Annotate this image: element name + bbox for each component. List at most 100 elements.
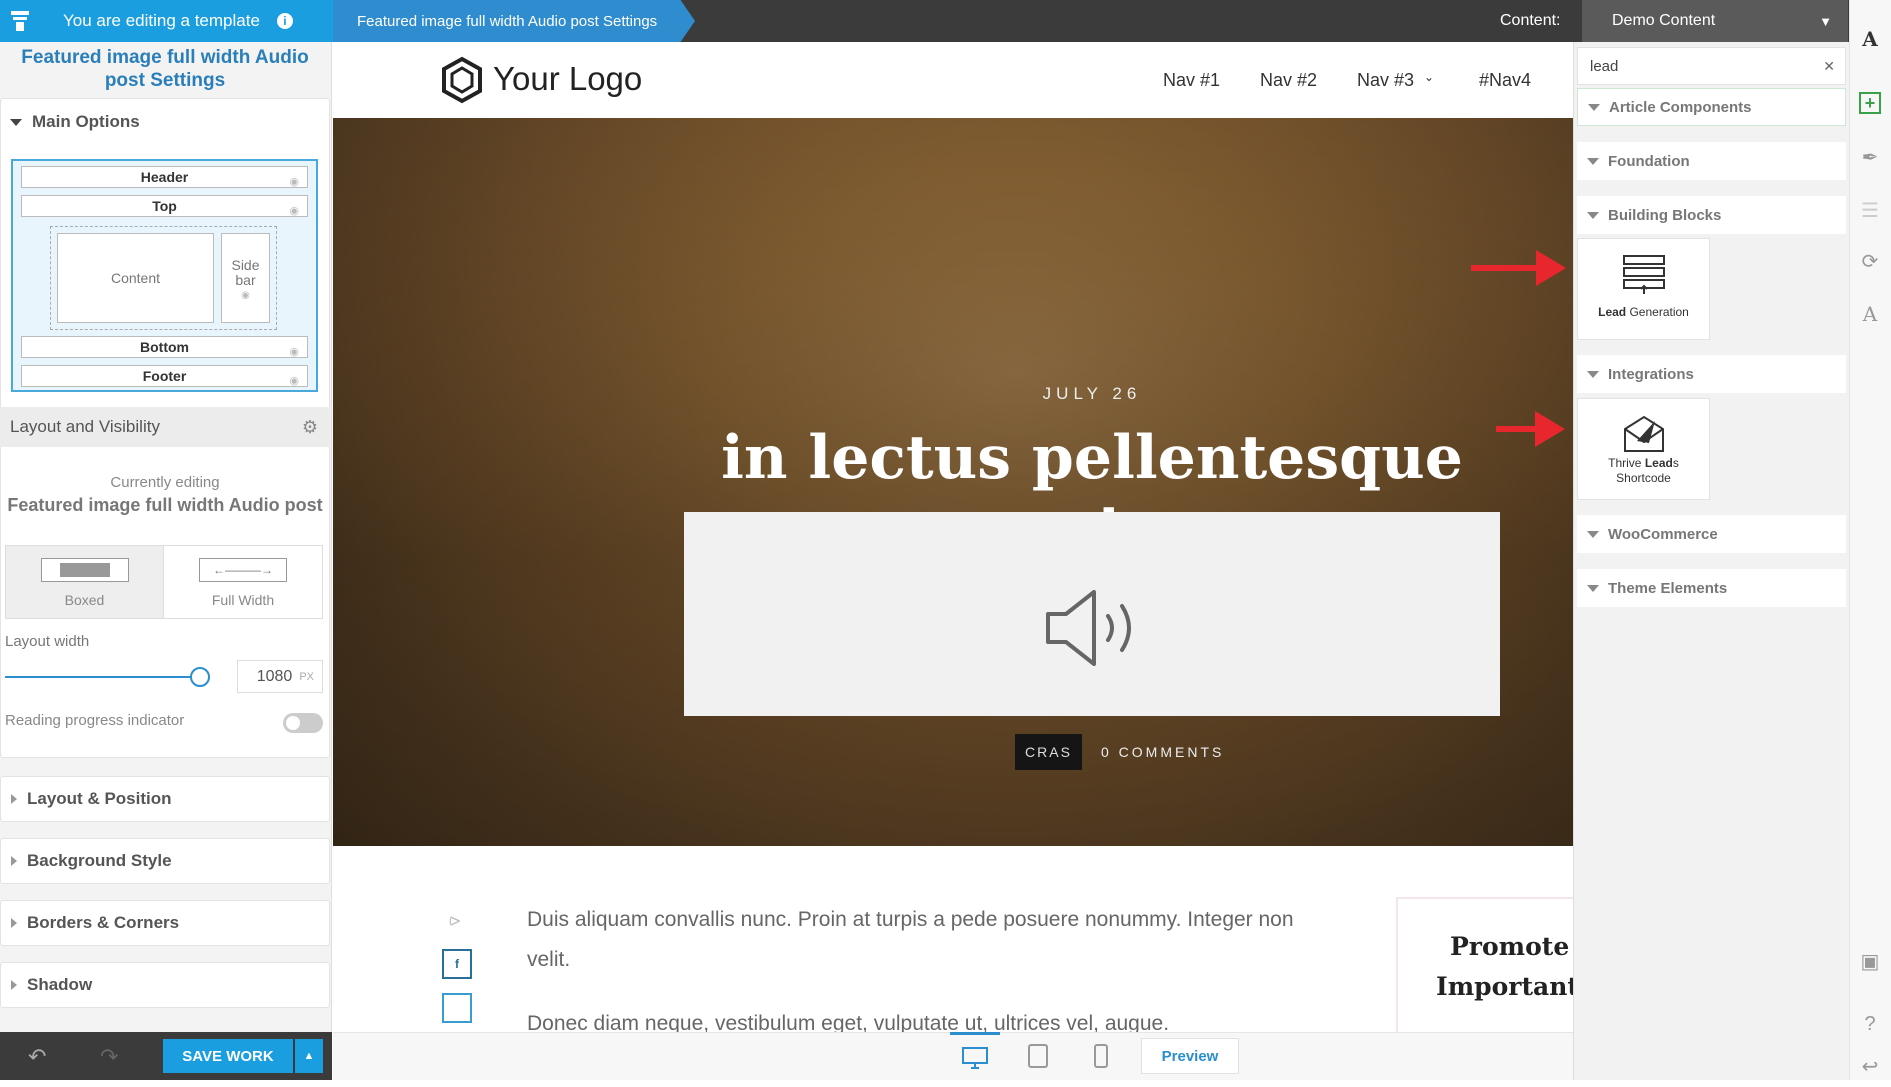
desktop-view-icon[interactable] <box>950 1032 1000 1080</box>
thrive-leads-label-post: s <box>1672 456 1679 470</box>
caret-down-icon <box>1587 211 1599 219</box>
share-icon[interactable]: ⪧ <box>449 909 460 932</box>
undo-icon[interactable]: ↶ <box>28 1044 46 1070</box>
panel-title: Featured image full width Audio post Set… <box>21 47 309 91</box>
category-integrations[interactable]: Integrations <box>1577 355 1846 393</box>
shadow-section[interactable]: Shadow <box>0 962 330 1008</box>
site-logo-icon[interactable] <box>440 56 484 104</box>
category-label: Integrations <box>1608 365 1694 383</box>
eye-icon[interactable]: ◉ <box>289 172 299 192</box>
layout-position-section[interactable]: Layout & Position <box>0 776 330 822</box>
boxed-option[interactable]: Boxed <box>6 546 164 618</box>
eye-icon[interactable]: ◉ <box>222 288 269 303</box>
lead-generation-element[interactable]: Lead Generation <box>1577 238 1710 340</box>
highlight-arrowhead <box>1536 250 1566 286</box>
layout-width-value: 1080 <box>256 667 293 685</box>
background-style-section[interactable]: Background Style <box>0 838 330 884</box>
layout-header-row[interactable]: Header ◉ <box>21 166 308 188</box>
tablet-view-icon[interactable] <box>1013 1032 1063 1080</box>
save-work-button[interactable]: SAVE WORK <box>163 1039 293 1073</box>
category-theme-elements[interactable]: Theme Elements <box>1577 569 1846 607</box>
layout-footer-row[interactable]: Footer ◉ <box>21 365 308 387</box>
chevron-down-icon: ▼ <box>1819 13 1832 29</box>
layout-sidebar-block[interactable]: Side bar ◉ <box>221 233 270 323</box>
clear-search-icon[interactable]: ✕ <box>1823 58 1835 75</box>
typography-icon[interactable]: A <box>1849 293 1891 335</box>
category-woocommerce[interactable]: WooCommerce <box>1577 515 1846 553</box>
reading-progress-toggle[interactable] <box>283 713 323 733</box>
lead-generation-label: Lead Generation <box>1578 305 1709 319</box>
full-width-label: Full Width <box>211 592 275 608</box>
element-search-input[interactable]: lead ✕ <box>1577 47 1846 85</box>
layout-visibility-label: Layout and Visibility <box>10 417 160 436</box>
category-building-blocks[interactable]: Building Blocks <box>1577 196 1846 234</box>
twitter-share-icon[interactable] <box>442 993 472 1023</box>
mobile-view-icon[interactable] <box>1076 1032 1126 1080</box>
exit-icon[interactable]: ↩ <box>1849 1045 1891 1087</box>
category-article-components[interactable]: Article Components <box>1577 88 1846 126</box>
layout-middle-area: Content Side bar ◉ <box>50 226 277 330</box>
eye-icon[interactable]: ◉ <box>289 371 299 391</box>
template-banner: You are editing a template i <box>0 0 333 42</box>
thrive-architect-icon[interactable]: A <box>1849 18 1891 60</box>
sliders-icon[interactable]: ☰ <box>1849 189 1891 231</box>
redo-icon[interactable]: ↷ <box>100 1044 118 1070</box>
section-label: Background Style <box>27 851 172 870</box>
breadcrumb[interactable]: Featured image full width Audio post Set… <box>333 0 695 42</box>
comments-count[interactable]: 0 COMMENTS <box>1101 744 1224 760</box>
brush-icon[interactable]: ✒ <box>1849 136 1891 178</box>
content-label: Content: <box>1500 12 1561 29</box>
thrive-logo-icon[interactable] <box>0 0 40 42</box>
nav-item-4[interactable]: #Nav4 <box>1479 70 1531 91</box>
width-mode-toggle: Boxed ←———→ Full Width <box>5 545 323 619</box>
main-options-header[interactable]: Main Options <box>0 110 140 134</box>
thrive-leads-shortcode-element[interactable]: Thrive Leads Shortcode <box>1577 398 1710 500</box>
full-width-option[interactable]: ←———→ Full Width <box>164 546 322 618</box>
layout-bottom-label: Bottom <box>140 339 189 355</box>
caret-right-icon <box>11 856 17 866</box>
layout-bottom-row[interactable]: Bottom ◉ <box>21 336 308 358</box>
save-options-button[interactable]: ▲ <box>295 1039 323 1073</box>
nav-item-1[interactable]: Nav #1 <box>1163 70 1220 91</box>
nav-item-3[interactable]: Nav #3 ⌄ <box>1357 70 1434 91</box>
promo-box <box>1396 897 1573 1037</box>
sidebar-label-line1: Side <box>231 257 260 273</box>
layout-content-block[interactable]: Content <box>57 233 214 323</box>
gear-icon[interactable]: ⚙ <box>302 417 318 438</box>
main-options-label: Main Options <box>32 112 140 131</box>
preview-button[interactable]: Preview <box>1141 1038 1239 1074</box>
layout-visibility-row[interactable]: Layout and Visibility ⚙ <box>0 407 330 447</box>
caret-right-icon <box>11 980 17 990</box>
borders-corners-section[interactable]: Borders & Corners <box>0 900 330 946</box>
layout-top-row[interactable]: Top ◉ <box>21 195 308 217</box>
thrive-leads-label-bold: Lead <box>1644 456 1673 470</box>
info-icon[interactable]: i <box>276 13 293 29</box>
facebook-share-icon[interactable]: f <box>442 949 472 979</box>
caret-down-icon <box>1587 157 1599 165</box>
content-select[interactable]: Demo Content ▼ <box>1582 0 1848 42</box>
post-paragraph-1[interactable]: Duis aliquam convallis nunc. Proin at tu… <box>527 900 1297 980</box>
layout-width-slider-track[interactable] <box>5 676 200 678</box>
section-label: Borders & Corners <box>27 913 180 932</box>
category-label: WooCommerce <box>1608 525 1718 543</box>
sync-icon[interactable]: ⟳ <box>1849 240 1891 282</box>
inbox-icon[interactable]: ▣ <box>1849 940 1891 982</box>
site-logo-text[interactable]: Your Logo <box>493 60 642 98</box>
chevron-up-icon: ▲ <box>303 1050 315 1062</box>
audio-player-placeholder[interactable] <box>684 512 1500 716</box>
layout-width-input[interactable]: 1080 PX <box>237 660 323 693</box>
category-label: Building Blocks <box>1608 206 1722 224</box>
caret-right-icon <box>11 794 17 804</box>
category-tag[interactable]: CRAS <box>1015 734 1082 770</box>
currently-editing-value: Featured image full width Audio post <box>7 495 323 515</box>
eye-icon[interactable]: ◉ <box>289 342 299 362</box>
eye-icon[interactable]: ◉ <box>289 201 299 221</box>
highlight-arrow <box>1471 265 1541 271</box>
lead-generation-icon <box>1622 255 1665 294</box>
nav-item-2[interactable]: Nav #2 <box>1260 70 1317 91</box>
caret-down-icon <box>10 118 22 126</box>
add-element-icon[interactable]: + <box>1849 82 1891 124</box>
category-foundation[interactable]: Foundation <box>1577 142 1846 180</box>
layout-width-slider-handle[interactable] <box>190 667 210 687</box>
help-icon[interactable]: ? <box>1849 1003 1891 1045</box>
